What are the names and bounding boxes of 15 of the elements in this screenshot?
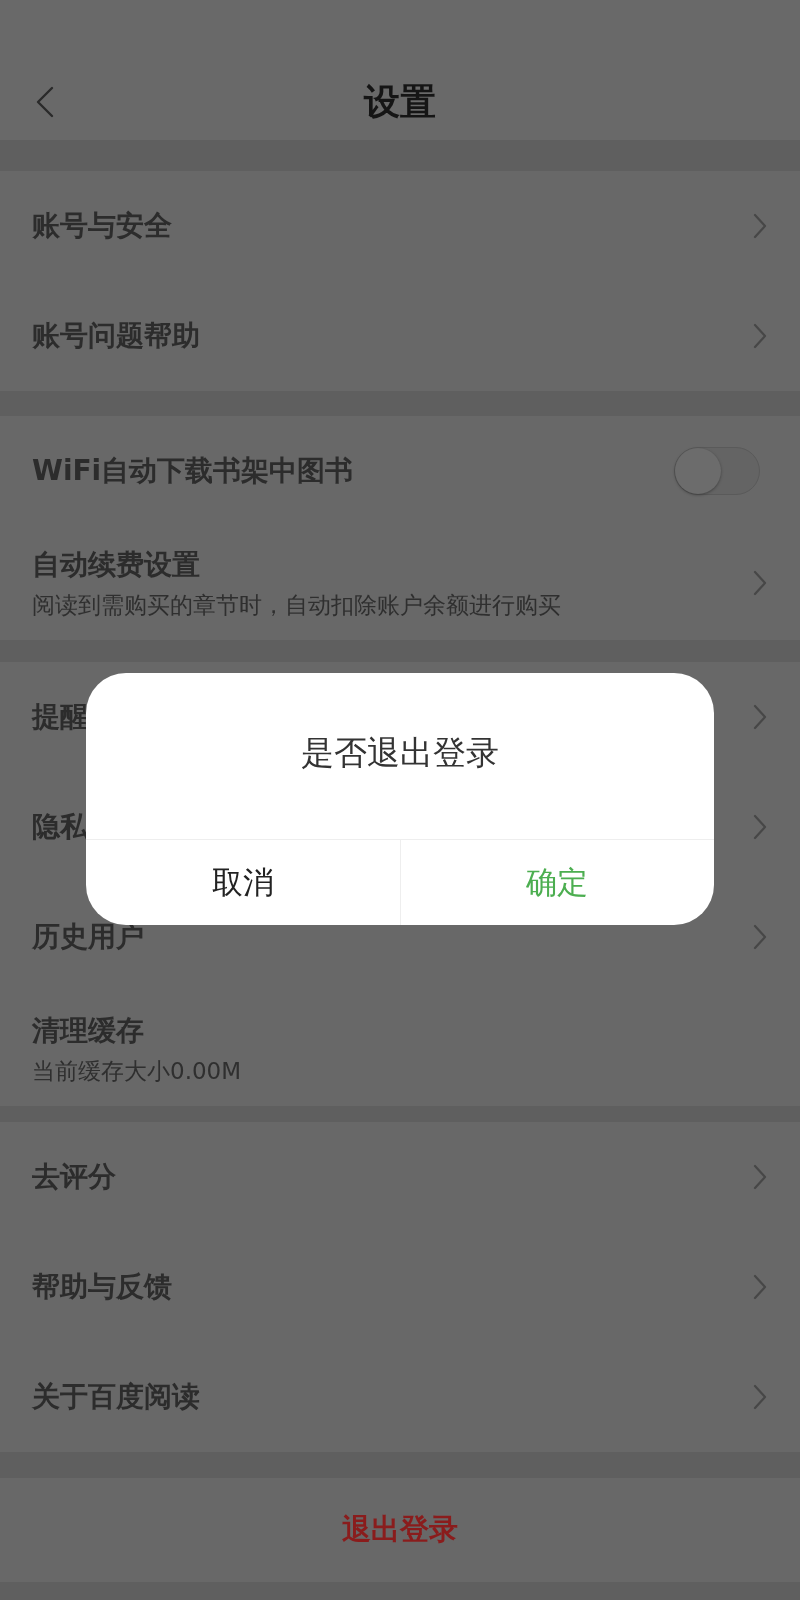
row-title: WiFi自动下载书架中图书	[32, 453, 354, 489]
row-title: 去评分	[32, 1159, 116, 1195]
page-title: 设置	[364, 80, 436, 124]
row-title: 提醒	[32, 699, 88, 735]
row-title: 关于百度阅读	[32, 1379, 200, 1415]
row-title: 账号与安全	[32, 208, 172, 244]
row-subtitle: 当前缓存大小0.00M	[32, 1057, 242, 1086]
row-subtitle: 阅读到需购买的章节时，自动扣除账户余额进行购买	[32, 591, 561, 620]
dialog-message: 是否退出登录	[301, 732, 499, 774]
row-title: 账号问题帮助	[32, 318, 200, 354]
row-title: 历史用户	[32, 919, 144, 955]
row-title: 清理缓存	[32, 1013, 145, 1049]
row-title: 隐私	[32, 809, 88, 845]
row-title: 自动续费设置	[32, 547, 201, 583]
row-title: 帮助与反馈	[32, 1269, 172, 1305]
